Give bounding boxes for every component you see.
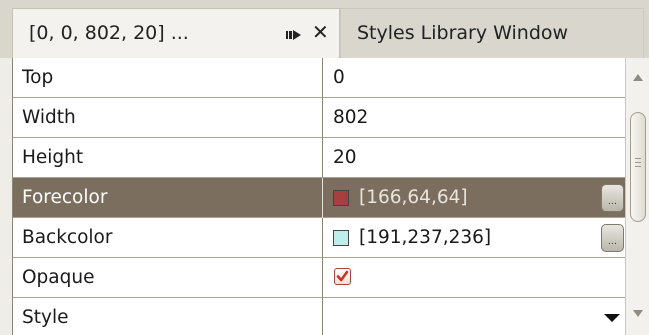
column-divider	[322, 298, 323, 335]
property-grid: Top 0 Width 802 Height 20 Forecolor [166…	[12, 58, 626, 335]
property-row-height[interactable]: Height 20	[13, 138, 626, 178]
property-row-top[interactable]: Top 0	[13, 58, 626, 98]
property-row-width[interactable]: Width 802	[13, 98, 626, 138]
column-divider	[322, 218, 323, 258]
property-row-forecolor[interactable]: Forecolor [166,64,64] …	[13, 178, 626, 218]
property-name: Width	[22, 107, 76, 128]
tab-title: [0, 0, 802, 20] ...	[29, 22, 189, 44]
color-swatch	[333, 230, 349, 246]
property-value[interactable]: 20	[333, 147, 357, 168]
checkmark-icon	[336, 270, 349, 282]
dropdown-arrow-icon[interactable]	[604, 314, 620, 322]
property-value[interactable]: [191,237,236]	[359, 227, 491, 248]
scroll-down-icon[interactable]	[633, 310, 643, 317]
property-name: Opaque	[22, 267, 95, 288]
vertical-scrollbar[interactable]	[625, 58, 649, 335]
property-value[interactable]: [166,64,64]	[359, 187, 468, 208]
column-divider	[322, 138, 323, 178]
property-name: Style	[22, 307, 69, 328]
property-row-opaque[interactable]: Opaque	[13, 258, 626, 298]
close-icon[interactable]: ✕	[312, 20, 329, 44]
grip-line	[635, 158, 641, 159]
property-name: Height	[22, 147, 84, 168]
grip-line	[635, 162, 641, 163]
scroll-thumb[interactable]	[630, 112, 646, 222]
ellipsis-button-icon[interactable]: …	[601, 224, 624, 252]
opaque-checkbox[interactable]	[334, 268, 351, 285]
column-divider	[322, 178, 323, 218]
color-swatch	[333, 190, 349, 206]
grip-line	[635, 166, 641, 167]
tab-styles-library[interactable]: Styles Library Window	[340, 8, 644, 58]
pin-panel-icon[interactable]	[285, 27, 303, 41]
property-name: Top	[22, 67, 54, 88]
property-value[interactable]: 802	[333, 107, 368, 128]
column-divider	[322, 258, 323, 298]
property-value[interactable]: 0	[333, 67, 345, 88]
column-divider	[322, 98, 323, 138]
property-name: Backcolor	[22, 227, 113, 248]
property-row-backcolor[interactable]: Backcolor [191,237,236] …	[13, 218, 626, 258]
property-name: Forecolor	[22, 187, 108, 208]
property-row-style[interactable]: Style	[13, 298, 626, 335]
tab-title: Styles Library Window	[357, 22, 569, 44]
column-divider	[322, 58, 323, 98]
ellipsis-button-icon[interactable]: …	[601, 184, 624, 212]
tab-bar: [0, 0, 802, 20] ... ✕ Styles Library Win…	[0, 0, 649, 58]
tab-properties[interactable]: [0, 0, 802, 20] ... ✕	[12, 8, 340, 58]
scroll-up-icon[interactable]	[633, 74, 643, 81]
